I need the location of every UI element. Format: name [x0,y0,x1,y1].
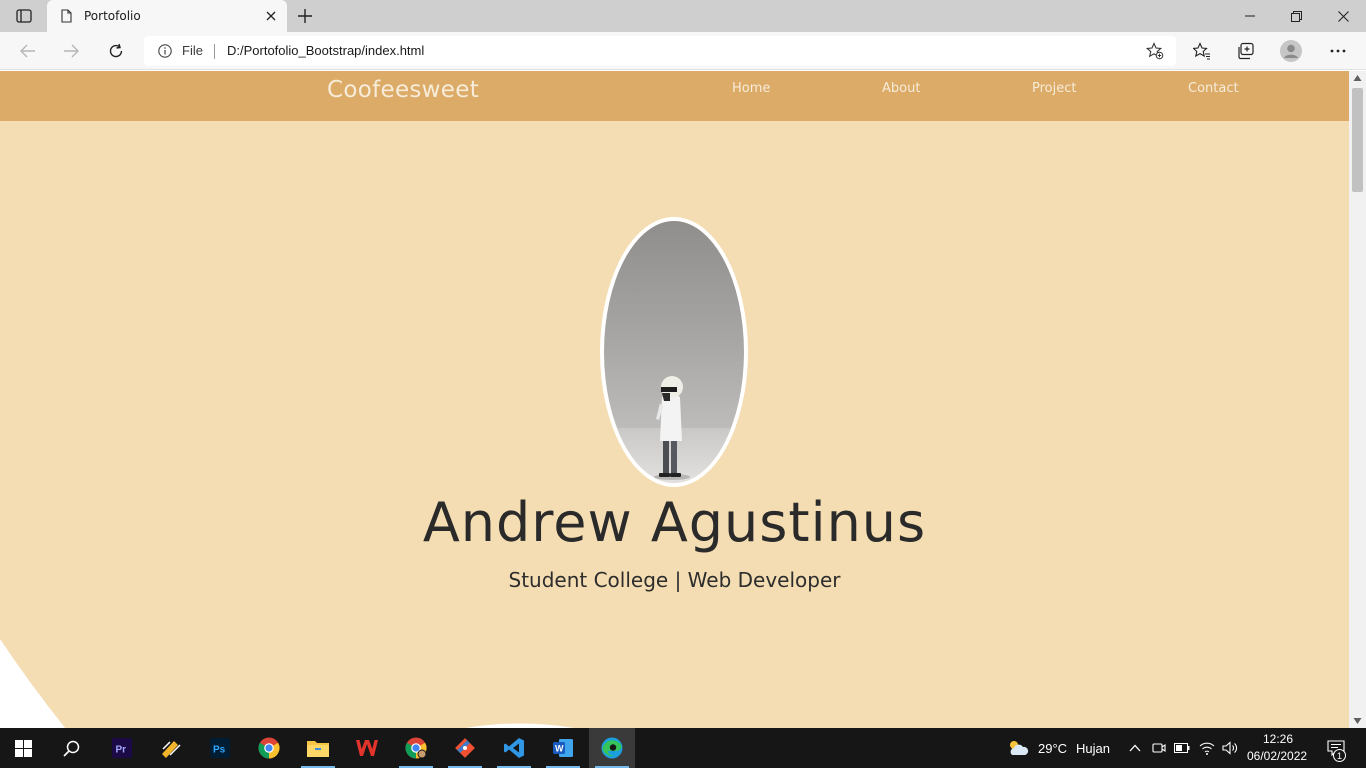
weather-temp[interactable]: 29°C [1038,741,1067,756]
meet-now-icon[interactable] [1149,738,1169,758]
scroll-up-icon[interactable] [1353,74,1362,82]
edge-icon[interactable] [589,728,635,768]
search-icon[interactable] [48,728,94,768]
minimize-icon[interactable] [1240,6,1260,26]
tab-actions-icon[interactable] [10,6,38,26]
taskbar: Pr Ps W 29°C Hujan 12:26 06/02/2022 1 [0,728,1366,768]
browser-tab-strip: Portofolio [0,0,1366,32]
browser-tab[interactable]: Portofolio [47,0,287,32]
chrome-icon[interactable] [246,728,292,768]
forward-icon[interactable] [60,40,82,62]
clock-time[interactable]: 12:26 [1263,732,1293,746]
favorites-icon[interactable] [1191,40,1213,62]
git-icon[interactable] [442,728,488,768]
app-launcher-icon[interactable] [148,728,194,768]
notification-count-badge: 1 [1333,749,1346,762]
hero-subtitle: Student College | Web Developer [508,568,841,592]
chevron-up-icon[interactable] [1125,738,1145,758]
new-tab-icon[interactable] [294,6,316,26]
clock-date[interactable]: 06/02/2022 [1247,749,1307,763]
scroll-down-icon[interactable] [1353,717,1362,725]
svg-text:Ps: Ps [213,745,226,756]
volume-icon[interactable] [1220,738,1240,758]
nav-link-home[interactable]: Home [732,81,770,96]
site-brand[interactable]: Coofeesweet [327,77,479,103]
page-scrollbar[interactable] [1349,71,1366,728]
scrollbar-thumb[interactable] [1352,88,1363,192]
wifi-icon[interactable] [1197,738,1217,758]
battery-icon[interactable] [1172,738,1192,758]
weather-icon[interactable] [1006,738,1030,758]
profile-photo [600,217,748,487]
url-text[interactable]: D:/Portofolio_Bootstrap/index.html [227,43,424,58]
person-figure [654,376,690,480]
decorative-wave-left [0,639,66,728]
more-options-icon[interactable] [1327,40,1349,62]
decorative-wave-bottom [466,723,574,728]
premiere-pro-icon[interactable]: Pr [99,728,145,768]
close-tab-icon[interactable] [263,8,279,24]
svg-text:W: W [555,744,564,754]
info-icon[interactable] [158,44,172,58]
chrome-profile-icon[interactable] [393,728,439,768]
back-icon[interactable] [17,40,39,62]
web-page: Coofeesweet Home About Project Contact A… [0,71,1349,728]
tab-title: Portofolio [84,9,141,23]
wps-office-icon[interactable] [344,728,390,768]
hero-name: Andrew Agustinus [422,491,927,554]
file-explorer-icon[interactable] [295,728,341,768]
start-icon[interactable] [0,728,46,768]
photoshop-icon[interactable]: Ps [197,728,243,768]
nav-link-contact[interactable]: Contact [1188,81,1239,96]
svg-text:Pr: Pr [116,745,127,756]
word-icon[interactable]: W [540,728,586,768]
add-favorite-icon[interactable] [1146,42,1164,60]
address-separator [214,44,215,59]
scheme-label: File [182,43,203,58]
refresh-icon[interactable] [105,40,127,62]
collections-icon[interactable] [1235,40,1257,62]
close-window-icon[interactable] [1333,6,1353,26]
address-bar[interactable]: File D:/Portofolio_Bootstrap/index.html [144,36,1176,66]
weather-condition[interactable]: Hujan [1076,741,1110,756]
site-navbar: Coofeesweet Home About Project Contact [0,71,1349,121]
page-icon [59,8,73,24]
profile-icon[interactable] [1280,40,1302,62]
nav-link-project[interactable]: Project [1032,81,1076,96]
nav-link-about[interactable]: About [882,81,920,96]
restore-icon[interactable] [1286,6,1306,26]
browser-toolbar: File D:/Portofolio_Bootstrap/index.html [0,32,1366,70]
vscode-icon[interactable] [491,728,537,768]
